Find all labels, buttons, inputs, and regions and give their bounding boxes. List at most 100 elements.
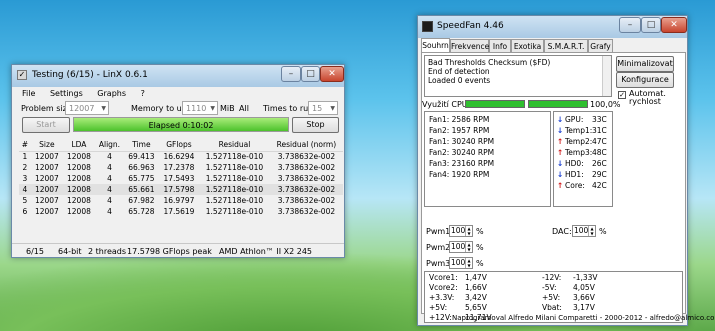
times-to-run-combo[interactable]: 15 ▼ (308, 101, 338, 115)
linx-close-button[interactable]: ✕ (320, 66, 344, 82)
voltage-label: +3.3V: (429, 293, 455, 302)
arrow-down-icon: ↓ (557, 126, 564, 135)
speedfan-minimize-button[interactable]: – (619, 17, 641, 33)
log-line: End of detection (428, 67, 490, 76)
table-cell: 12007 (34, 174, 59, 183)
fan-reading: Fan2: 1957 RPM (429, 126, 490, 135)
voltage-value: -1,33V (573, 273, 598, 282)
auto-speed-checkbox[interactable]: ✓ (618, 91, 626, 99)
tab-souhrn[interactable]: Souhrn (421, 38, 450, 53)
status-cpu: AMD Athlon™ II X2 245 (219, 247, 312, 256)
tab-smart[interactable]: S.M.A.R.T. (544, 39, 588, 53)
dac-unit: % (599, 227, 607, 236)
results-table: # Size LDA Align. Time GFlops Residual R… (19, 138, 343, 217)
menu-graphs[interactable]: Graphs (97, 89, 126, 98)
table-row[interactable]: 3 12007 12008 4 65.775 17.5493 1.527118e-010 3.… (19, 173, 343, 184)
table-cell: 65.775 (128, 174, 155, 183)
table-cell: 4 (107, 152, 112, 162)
minimize-to-tray-button[interactable]: Minimalizovat (616, 56, 674, 72)
times-to-run-value: 15 (312, 104, 323, 113)
table-row[interactable]: 1 12007 12008 4 69.413 16.6294 1.527118e-010 3.… (19, 151, 343, 162)
fan-reading: Fan1: 2586 RPM (429, 115, 490, 124)
col-header-lda[interactable]: LDA (62, 138, 95, 152)
linx-app-icon: ✓ (17, 70, 27, 80)
dac-spinner[interactable]: 100 ▲ ▼ (572, 225, 596, 237)
memory-combo[interactable]: 1110 ▼ (182, 101, 218, 115)
menu-settings[interactable]: Settings (50, 89, 83, 98)
results-header-row: # Size LDA Align. Time GFlops Residual R… (19, 138, 343, 152)
voltage-value: 3,17V (573, 303, 595, 312)
spinner-down-icon[interactable]: ▼ (465, 263, 472, 268)
speedfan-footer: Naprogramoval Alfredo Milani Comparetti … (452, 314, 715, 322)
table-cell: 3.738632e-002 (277, 152, 336, 162)
table-row[interactable]: 6 12007 12008 4 65.728 17.5619 1.527118e-010 3.… (19, 206, 343, 217)
voltage-value: 5,65V (465, 303, 487, 312)
tab-grafy[interactable]: Grafy (588, 39, 613, 53)
pwm-spinner[interactable]: 100 ▲ ▼ (449, 241, 473, 253)
spinner-down-icon[interactable]: ▼ (465, 231, 472, 236)
table-row[interactable]: 4 12007 12008 4 65.661 17.5798 1.527118e-010 3.… (19, 184, 343, 195)
temp-value: 47C (592, 137, 607, 146)
linx-menubar: File Settings Graphs ? (22, 89, 157, 98)
linx-minimize-button[interactable]: – (281, 66, 301, 82)
status-threads: 2 threads (88, 247, 127, 256)
table-row[interactable]: 5 12007 12008 4 67.982 16.9797 1.527118e-010 3.… (19, 195, 343, 206)
voltage-label: +5V: (542, 293, 561, 302)
pwm-unit: % (476, 259, 484, 268)
table-cell: 1.527118e-010 (205, 152, 264, 162)
memory-value: 1110 (186, 104, 207, 113)
table-cell: 4 (107, 163, 112, 172)
tab-info[interactable]: Info (489, 39, 511, 53)
table-row[interactable]: 2 12007 12008 4 66.963 17.2378 1.527118e-010 3.… (19, 162, 343, 173)
souhrn-panel: Bad Thresholds Checksum ($FD) End of det… (421, 52, 686, 323)
col-header-residual[interactable]: Residual (199, 138, 270, 152)
table-cell: 12007 (34, 163, 59, 172)
table-cell: 4 (107, 207, 112, 216)
linx-title: Testing (6/15) - LinX 0.6.1 (32, 70, 148, 80)
linx-window: ✓ Testing (6/15) - LinX 0.6.1 – □ ✕ File… (11, 64, 345, 258)
voltage-label: -5V: (542, 283, 557, 292)
fan-reading: Fan3: 23160 RPM (429, 159, 495, 168)
table-cell: 17.5493 (163, 174, 195, 183)
voltage-label: Vcore1: (429, 273, 458, 282)
tab-frekvence[interactable]: Frekvence (450, 39, 489, 53)
temp-label: Core: (565, 181, 585, 190)
table-cell: 3.738632e-002 (277, 174, 336, 183)
voltage-label: Vcore2: (429, 283, 458, 292)
table-cell: 1.527118e-010 (205, 207, 264, 216)
speedfan-close-button[interactable]: ✕ (661, 17, 687, 33)
temp-label: HD0: (565, 159, 584, 168)
status-progress: 6/15 (26, 247, 44, 256)
dac-value: 100 (574, 226, 589, 235)
col-header-gflops[interactable]: GFlops (158, 138, 200, 152)
col-header-residual-norm[interactable]: Residual (norm) (269, 138, 343, 152)
configure-button[interactable]: Konfigurace (616, 72, 674, 88)
col-header-size[interactable]: Size (30, 138, 63, 152)
col-header-time[interactable]: Time (123, 138, 159, 152)
table-cell: 12007 (34, 207, 59, 216)
speedfan-maximize-button[interactable]: □ (641, 17, 661, 33)
col-header-align[interactable]: Align. (94, 138, 124, 152)
memory-all-option[interactable]: All (239, 104, 249, 113)
start-button[interactable]: Start (22, 117, 70, 133)
table-cell: 16.6294 (163, 152, 195, 162)
log-scrollbar[interactable] (602, 56, 611, 96)
stop-button[interactable]: Stop (292, 117, 339, 133)
problem-size-combo[interactable]: 12007 ▼ (65, 101, 109, 115)
spinner-down-icon[interactable]: ▼ (465, 247, 472, 252)
table-cell: 16.9797 (163, 196, 195, 205)
linx-maximize-button[interactable]: □ (301, 66, 320, 82)
voltage-label: Vbat: (542, 303, 562, 312)
menu-file[interactable]: File (22, 89, 35, 98)
fans-box: Fan1: 2586 RPM Fan2: 1957 RPM Fan1: 30240 … (424, 111, 551, 207)
col-header-index[interactable]: # (19, 138, 31, 152)
tab-exotika[interactable]: Exotika (511, 39, 544, 53)
spinner-down-icon[interactable]: ▼ (588, 231, 595, 236)
pwm-spinner[interactable]: 100 ▲ ▼ (449, 257, 473, 269)
pwm-spinner[interactable]: 100 ▲ ▼ (449, 225, 473, 237)
log-line: Bad Thresholds Checksum ($FD) (428, 58, 551, 67)
temp-label: GPU: (565, 115, 584, 124)
temp-value: 33C (592, 115, 607, 124)
table-cell: 3.738632e-002 (277, 207, 336, 216)
menu-help[interactable]: ? (141, 89, 145, 98)
